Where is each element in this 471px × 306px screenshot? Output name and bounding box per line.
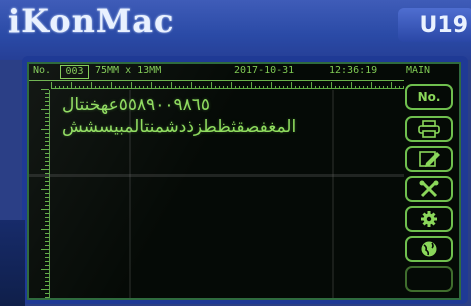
no-label: No. (33, 65, 52, 76)
message-line-1: ٥٥٨٩٠٠٩٨٦٥عهخنتال (62, 95, 211, 115)
gear-icon (421, 211, 437, 227)
model-badge: U19 (398, 8, 471, 42)
globe-icon (421, 241, 437, 257)
language-button[interactable] (405, 236, 453, 262)
device-body-edge (0, 220, 25, 306)
brand-logo: iKonMac (8, 2, 175, 40)
edit-button[interactable] (405, 146, 453, 172)
date-readout: 2017-10-31 (234, 65, 295, 76)
mode-indicator: MAIN (406, 65, 431, 76)
lcd-screen: No. 003 75MM x 13MM 2017-10-31 12:36:19 … (27, 62, 461, 300)
tools-icon (419, 180, 439, 198)
edit-icon (419, 151, 440, 167)
label-size: 75MM x 13MM (95, 65, 162, 76)
print-button[interactable] (405, 116, 453, 142)
system-settings-button[interactable] (405, 206, 453, 232)
device-header: iKonMac U19 (0, 0, 471, 60)
ruler-horizontal (51, 82, 404, 89)
blank-button[interactable] (405, 266, 453, 292)
status-bar: No. 003 75MM x 13MM 2017-10-31 12:36:19 (29, 64, 404, 81)
ruler-vertical (41, 89, 49, 298)
message-number[interactable]: 003 (60, 65, 89, 79)
message-canvas[interactable]: ٥٥٨٩٠٠٩٨٦٥عهخنتال المغفصقثظطزذدشمنتالمبي… (49, 90, 405, 298)
message-line-2: المغفصقثظطزذدشمنتالمبيسشش (62, 117, 297, 137)
printer-icon (418, 120, 440, 138)
number-button[interactable]: No. (405, 84, 453, 110)
time-readout: 12:36:19 (329, 65, 378, 76)
settings-tools-button[interactable] (405, 176, 453, 202)
